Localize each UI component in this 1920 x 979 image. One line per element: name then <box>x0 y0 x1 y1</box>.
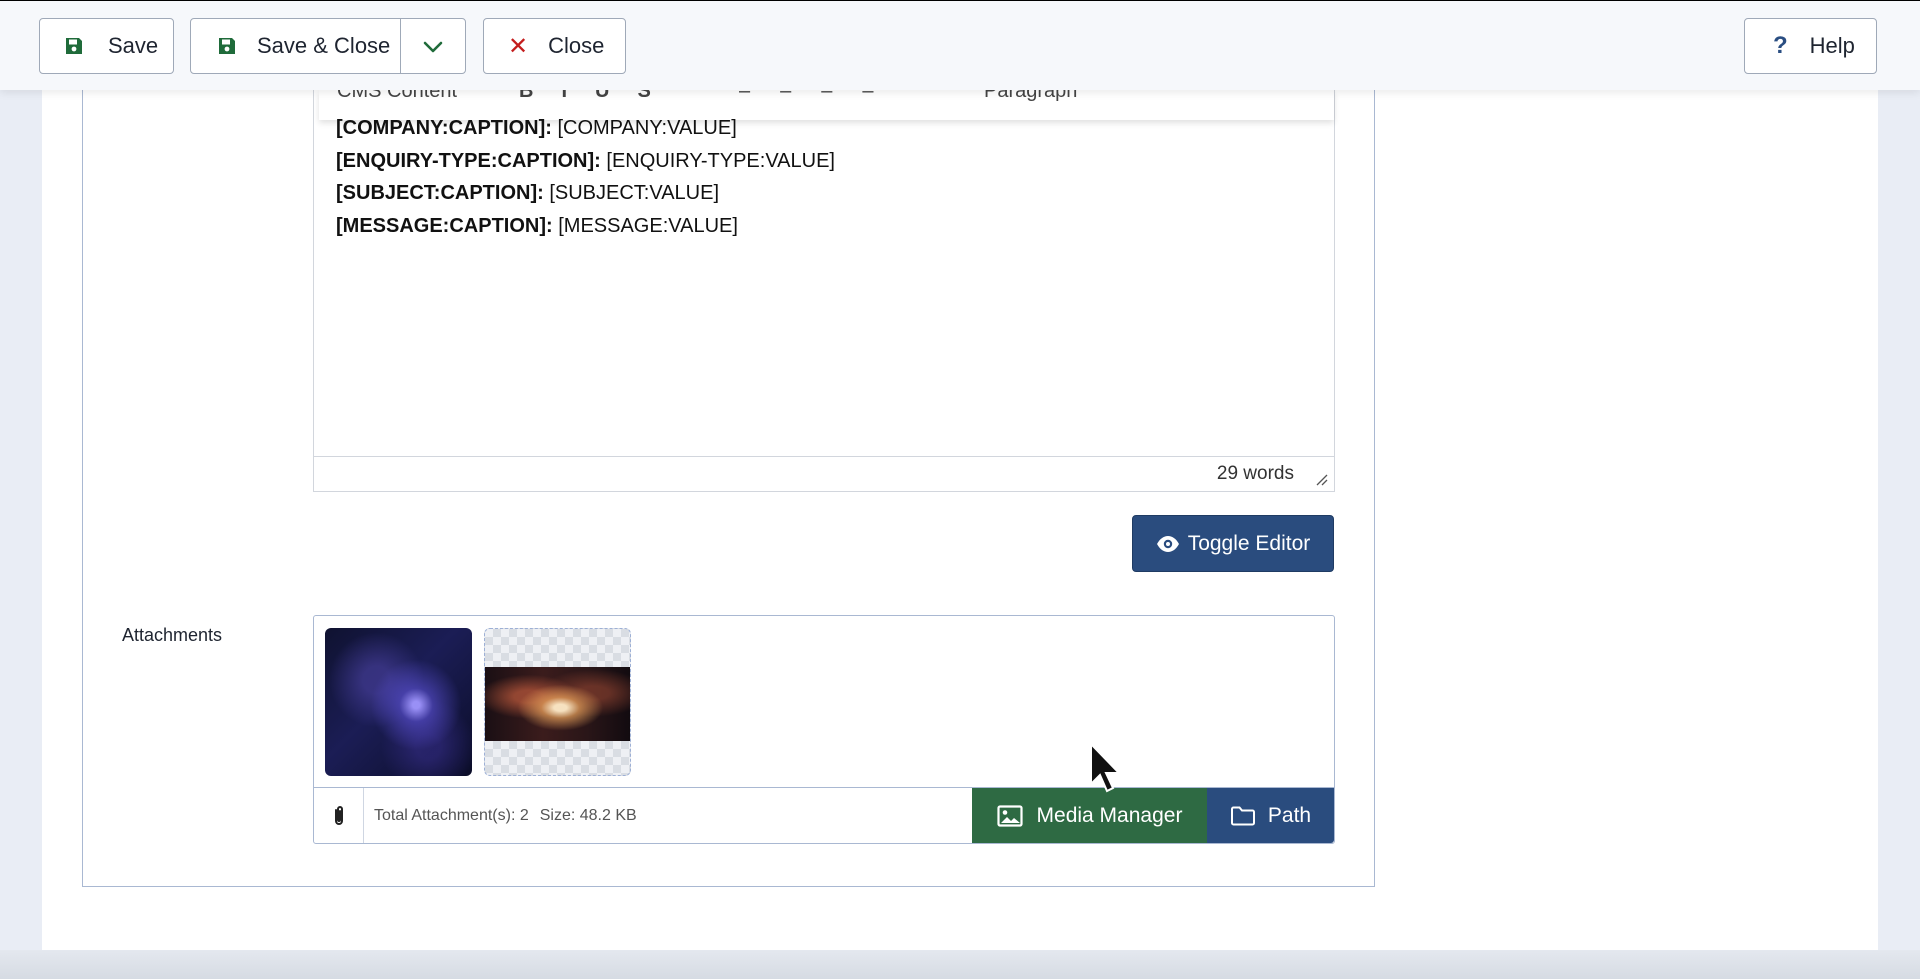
question-icon: ? <box>1773 32 1788 59</box>
page: Save Save & Close ✕ Close ? Help CMS Con… <box>0 0 1920 979</box>
editor-line: [ENQUIRY-TYPE:CAPTION]: [ENQUIRY-TYPE:VA… <box>336 149 835 172</box>
align-buttons-fragment[interactable]: –––– <box>739 90 904 103</box>
save-label: Save <box>108 33 159 58</box>
cms-content-menu[interactable]: CMS Content <box>337 90 457 103</box>
floppy-disk-icon <box>217 36 237 56</box>
media-manager-button[interactable]: Media Manager <box>972 788 1207 843</box>
help-button[interactable]: ? Help <box>1744 18 1877 74</box>
page-bottom-edge <box>0 950 1920 979</box>
eye-icon <box>1156 535 1180 553</box>
folder-icon <box>1230 805 1256 827</box>
close-button[interactable]: ✕ Close <box>483 18 626 74</box>
close-label: Close <box>548 33 605 58</box>
toggle-editor-label: Toggle Editor <box>1187 531 1311 555</box>
attachments-footer: Total Attachment(s): 2 Size: 48.2 KB Med… <box>314 787 1334 843</box>
path-label: Path <box>1267 803 1312 827</box>
mouse-cursor-icon <box>1088 741 1124 796</box>
attachment-image <box>485 667 630 741</box>
total-attachments: Total Attachment(s): 2 <box>374 806 529 824</box>
close-icon: ✕ <box>508 32 529 60</box>
toggle-editor-button[interactable]: Toggle Editor <box>1132 515 1334 572</box>
editor-line: [MESSAGE:CAPTION]: [MESSAGE:VALUE] <box>336 214 738 237</box>
chevron-down-icon <box>423 33 443 59</box>
path-button[interactable]: Path <box>1207 788 1334 843</box>
attachments-label: Attachments <box>122 625 223 645</box>
save-button[interactable]: Save <box>39 18 174 74</box>
editor-content-area[interactable]: [COMPANY:CAPTION]: [COMPANY:VALUE] [ENQU… <box>336 112 1314 242</box>
action-toolbar: Save Save & Close ✕ Close ? Help <box>0 0 1920 90</box>
attachment-thumbnail[interactable] <box>325 628 472 776</box>
format-buttons-fragment[interactable]: BIUS <box>519 90 679 103</box>
paperclip-icon <box>314 788 364 843</box>
save-close-label: Save & Close <box>257 33 391 58</box>
save-options-dropdown-toggle[interactable] <box>401 19 465 73</box>
media-manager-label: Media Manager <box>1036 803 1183 827</box>
image-icon <box>996 804 1023 827</box>
word-count: 29 words <box>1216 463 1294 484</box>
editor-line: [COMPANY:CAPTION]: [COMPANY:VALUE] <box>336 117 737 139</box>
save-close-button-group: Save & Close <box>190 18 466 74</box>
attachments-summary: Total Attachment(s): 2 Size: 48.2 KB <box>364 788 972 843</box>
attachments-size: Size: 48.2 KB <box>539 806 637 824</box>
rich-text-editor[interactable]: CMS Content BIUS –––– Paragraph [COMPANY… <box>313 90 1335 492</box>
paragraph-format-select[interactable]: Paragraph <box>984 90 1077 103</box>
resize-handle-icon[interactable] <box>1314 472 1328 486</box>
editor-line: [SUBJECT:CAPTION]: [SUBJECT:VALUE] <box>336 182 720 204</box>
attachment-thumbnail[interactable] <box>484 628 631 776</box>
help-label: Help <box>1809 33 1855 58</box>
attachments-box: Total Attachment(s): 2 Size: 48.2 KB Med… <box>313 615 1335 844</box>
floppy-disk-icon <box>64 36 84 56</box>
editor-statusbar: 29 words <box>314 456 1334 491</box>
save-close-button[interactable]: Save & Close <box>191 19 401 73</box>
